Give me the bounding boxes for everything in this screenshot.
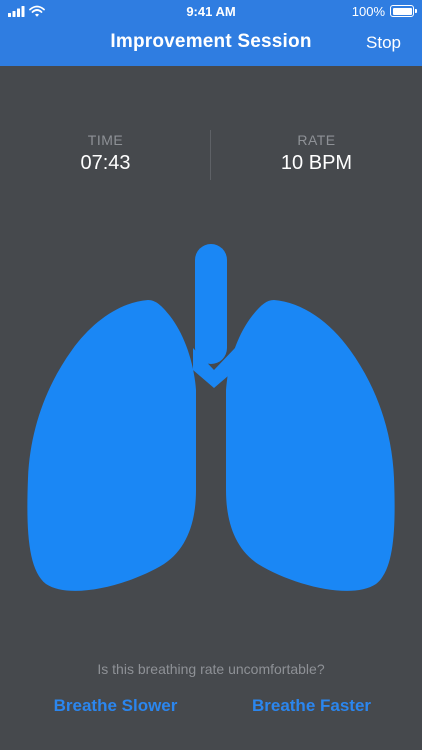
comfort-question: Is this breathing rate uncomfortable? <box>97 661 325 677</box>
time-label: TIME <box>87 132 124 148</box>
rate-metric: RATE 10 BPM <box>211 132 422 175</box>
battery-icon <box>390 5 417 17</box>
time-metric: TIME 07:43 <box>0 132 211 175</box>
battery-percent: 100% <box>351 3 385 19</box>
header: 9:41 AM 100% Improvement Session Stop <box>0 0 422 66</box>
rate-value: 10 BPM <box>280 152 353 174</box>
stop-button[interactable]: Stop <box>366 33 401 53</box>
breathe-faster-button[interactable]: Breathe Faster <box>206 696 417 716</box>
rate-label: RATE <box>297 132 336 148</box>
time-value: 07:43 <box>80 152 131 174</box>
status-bar: 9:41 AM 100% <box>0 0 422 22</box>
lungs-icon <box>27 244 395 591</box>
breathe-slower-button[interactable]: Breathe Slower <box>10 696 221 716</box>
page-title: Improvement Session <box>110 31 312 52</box>
battery-status: 100% <box>351 3 417 19</box>
